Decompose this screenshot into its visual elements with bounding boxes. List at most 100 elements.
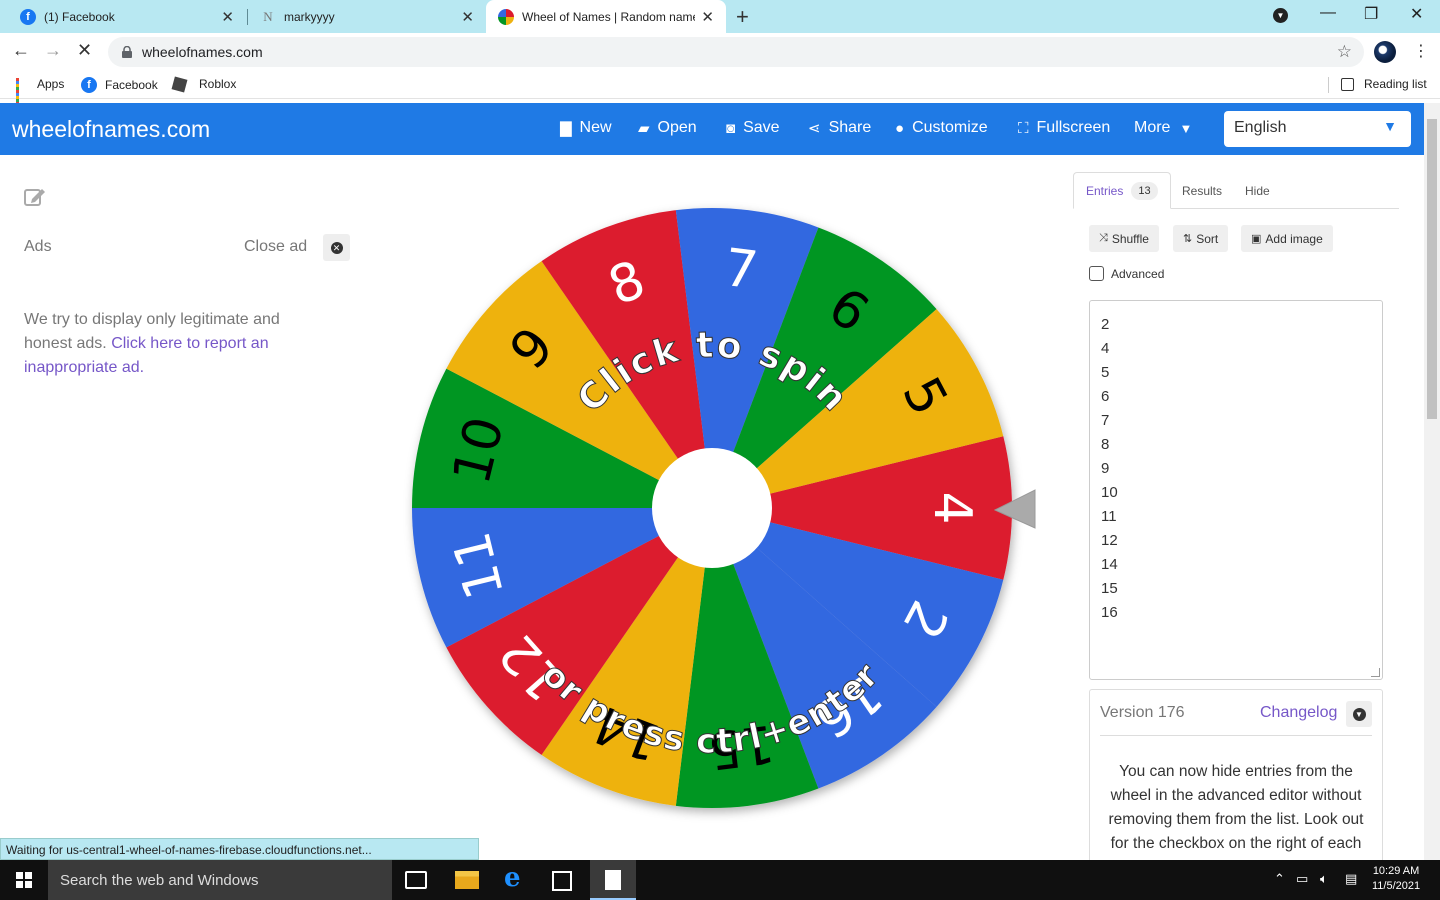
nav-new-button[interactable]: ▇ New [560,119,612,137]
windows-start-icon[interactable] [16,872,32,888]
scrollbar-thumb[interactable] [1427,119,1437,419]
close-tab-icon[interactable]: ✕ [461,8,474,26]
entry-line: 9 [1101,460,1110,477]
image-icon: ▣ [1251,233,1262,245]
volume-icon[interactable]: 🔈︎ [1320,871,1328,887]
clock-time: 10:29 AM [1372,865,1420,877]
bookmark-facebook[interactable]: f Facebook [81,77,158,93]
bookmark-label: Facebook [105,78,158,92]
browser-tab-facebook[interactable]: f (1) Facebook ✕ [8,0,246,33]
nav-label: Save [743,119,780,136]
language-select[interactable]: English ▼ [1224,111,1411,147]
nav-fullscreen-button[interactable]: ⛶ Fullscreen [1018,119,1110,137]
page-scrollbar[interactable] [1424,103,1440,860]
entry-line: 6 [1101,388,1110,405]
site-brand[interactable]: wheelofnames.com [12,116,210,143]
wheel-segment-label: 4 [922,491,982,524]
wheel-icon [498,8,514,25]
browser-tab-markyyyy[interactable]: N markyyyy ✕ [248,0,486,33]
nav-customize-button[interactable]: ● Customize [895,119,988,137]
lock-icon [122,46,132,58]
sort-button[interactable]: ⇅ Sort [1173,225,1229,252]
tab-entries[interactable]: Entries 13 [1073,172,1171,209]
language-value: English [1234,119,1287,136]
bookmark-apps[interactable]: Apps [16,77,64,105]
bookmark-roblox[interactable]: Roblox [171,76,236,92]
address-bar[interactable]: wheelofnames.com ☆ [108,37,1364,67]
spin-wheel[interactable]: 4216151412111098 765 Click to spin or pre… [400,195,1040,835]
palette-icon: ● [895,119,905,137]
tab-title: markyyyy [284,9,335,24]
changelog-link[interactable]: Changelog [1260,704,1337,722]
file-explorer-icon[interactable] [455,871,479,889]
edge-browser-icon[interactable]: e [504,863,528,893]
advanced-checkbox[interactable]: Advanced [1089,266,1164,281]
tab-label: Entries [1086,183,1124,198]
save-icon: ◙ [726,119,736,137]
taskbar-clock[interactable]: 10:29 AM 11/5/2021 [1372,864,1420,894]
entries-textarea[interactable]: 2 4 5 6 7 8 9 10 11 12 14 15 16 [1089,300,1383,680]
nav-save-button[interactable]: ◙ Save [726,119,780,137]
close-ad-button[interactable]: ✕ [323,234,350,261]
nav-more-button[interactable]: More ▼ [1134,119,1192,137]
network-icon[interactable]: ▭ [1296,871,1308,887]
resize-grip-icon[interactable] [1371,668,1380,677]
back-button[interactable]: ← [12,40,30,61]
share-icon: ⋖ [808,120,821,137]
close-tab-icon[interactable]: ✕ [221,8,234,26]
changelog-text: You can now hide entries from the wheel … [1108,763,1364,852]
reading-list-icon [1341,77,1354,91]
clock-date: 11/5/2021 [1372,880,1421,892]
shuffle-button[interactable]: ⤨ Shuffle [1089,225,1159,252]
taskbar-search-input[interactable]: Search the web and Windows [48,860,392,900]
nav-label: Share [828,119,872,136]
nav-label: Fullscreen [1036,119,1111,136]
collapse-changelog-button[interactable]: ▼ [1346,701,1372,727]
tab-hide[interactable]: Hide [1233,172,1282,209]
tab-title: (1) Facebook [44,9,115,24]
browser-menu-icon[interactable]: ⋮ [1413,41,1429,61]
fullscreen-icon: ⛶ [1018,119,1029,137]
add-image-button[interactable]: ▣ Add image [1241,225,1333,252]
facebook-icon: f [81,77,97,93]
edit-icon[interactable] [24,186,46,206]
taskbar-active-app[interactable] [590,860,636,900]
minimize-button[interactable]: — [1320,4,1336,22]
notification-icon[interactable]: ▤ [1345,871,1357,887]
new-tab-button[interactable]: + [736,4,749,30]
close-ad-label[interactable]: Close ad [244,238,307,256]
version-label: Version 176 [1100,704,1185,721]
browser-tab-wheel-of-names[interactable]: Wheel of Names | Random name ✕ [486,0,726,33]
store-icon[interactable] [552,871,572,891]
url-text: wheelofnames.com [142,44,263,60]
wheel-center [652,448,772,568]
close-window-button[interactable]: ✕ [1410,4,1423,24]
tab-results[interactable]: Results [1170,172,1234,209]
checkbox-box[interactable] [1089,266,1104,281]
shuffle-icon: ⤨ [1099,232,1108,244]
stop-loading-button[interactable]: ✕ [77,40,92,61]
tray-chevron-icon[interactable]: ⌃ [1274,871,1285,887]
bookmark-star-icon[interactable]: ☆ [1337,42,1352,62]
roblox-icon [171,76,188,92]
entries-count-badge: 13 [1131,181,1158,200]
task-view-icon[interactable] [405,871,427,889]
nav-open-button[interactable]: ▰ Open [638,119,697,137]
nav-label: Open [657,119,697,136]
file-icon: ▇ [560,120,572,137]
browser-tab-strip: f (1) Facebook ✕ N markyyyy ✕ Wheel of N… [0,0,1440,33]
chevron-down-icon: ▼ [1352,707,1366,721]
forward-button[interactable]: → [44,40,62,61]
close-tab-icon[interactable]: ✕ [701,8,714,26]
button-label: Sort [1196,231,1219,246]
profile-avatar[interactable] [1374,41,1396,63]
entry-list: 2 4 5 6 7 8 9 10 11 12 14 15 16 [1101,313,1371,625]
reading-list-button[interactable]: Reading list [1341,77,1427,91]
changelog-header: Version 176 Changelog ▼ [1090,690,1382,735]
bookmarks-bar: Apps f Facebook Roblox Reading list [0,71,1440,105]
entry-line: 5 [1101,364,1110,381]
restore-button[interactable]: ❐ [1364,4,1378,24]
browser-status-bar: Waiting for us-central1-wheel-of-names-f… [0,838,479,860]
tab-search-icon[interactable]: ▼ [1273,8,1288,23]
nav-share-button[interactable]: ⋖ Share [808,119,871,137]
